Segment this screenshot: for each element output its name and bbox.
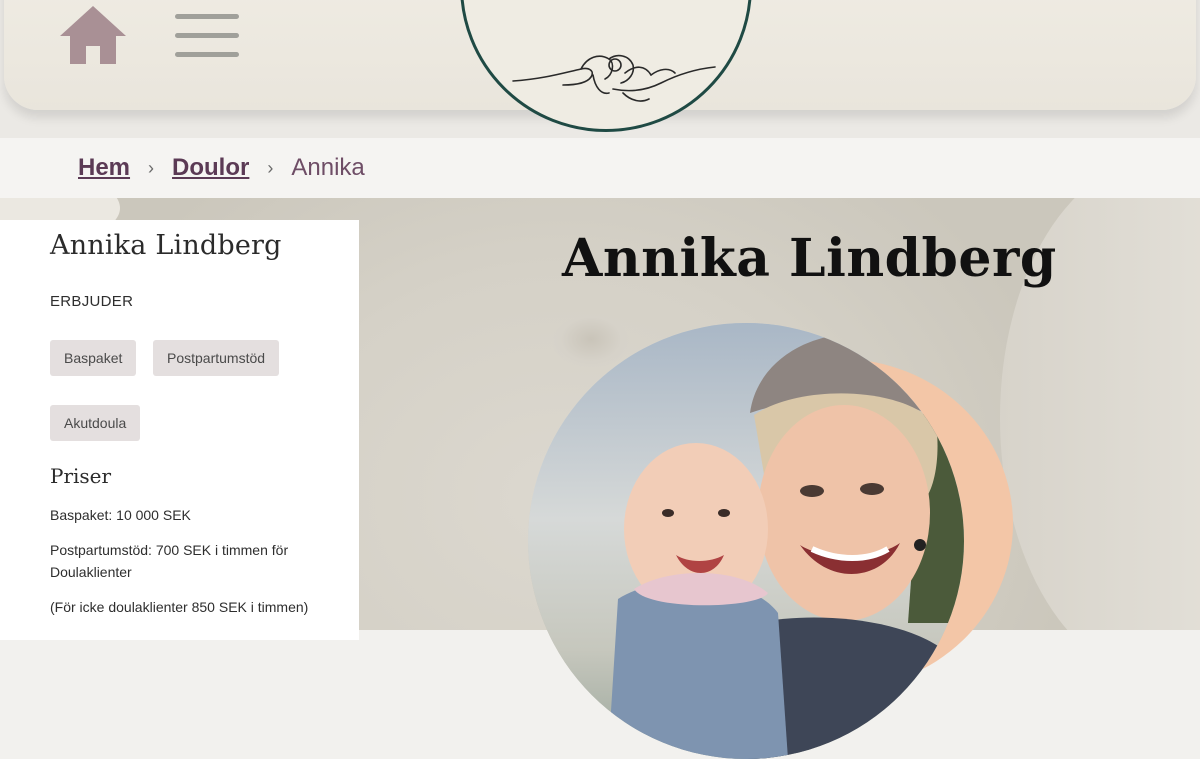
breadcrumb-home-link[interactable]: Hem — [78, 154, 130, 182]
site-header — [4, 0, 1196, 132]
profile-sidebar: Annika Lindberg ERBJUDER Baspaket Postpa… — [0, 220, 359, 640]
sidebar-name: Annika Lindberg — [50, 230, 282, 261]
photo-illustration — [528, 323, 964, 759]
tag-baspaket[interactable]: Baspaket — [50, 340, 137, 376]
profile-name-heading: Annika Lindberg — [562, 228, 1057, 289]
tag-akutdoula[interactable]: Akutdoula — [50, 405, 141, 441]
breadcrumb: Hem › Doulor › Annika — [0, 138, 1200, 198]
breadcrumb-doulor-link[interactable]: Doulor — [172, 154, 249, 182]
price-item: Baspaket: 10 000 SEK — [50, 507, 191, 523]
breadcrumb-separator: › — [267, 157, 274, 178]
price-item: Postpartumstöd: 700 SEK i timmen för Dou… — [50, 542, 289, 580]
breadcrumb-current: Annika — [291, 154, 365, 181]
doula-hands-logo — [512, 54, 716, 102]
hamburger-menu-icon[interactable] — [175, 14, 239, 58]
prices-heading: Priser — [50, 464, 112, 488]
breadcrumb-separator: › — [148, 157, 155, 178]
home-icon[interactable] — [60, 6, 126, 64]
price-item: (För icke doulaklienter 850 SEK i timmen… — [50, 599, 309, 615]
tag-postpartumstod[interactable]: Postpartumstöd — [153, 340, 280, 376]
profile-photo-container — [528, 323, 1013, 759]
offers-heading: ERBJUDER — [50, 293, 134, 310]
profile-photo — [528, 323, 964, 759]
logo[interactable] — [460, 0, 752, 132]
